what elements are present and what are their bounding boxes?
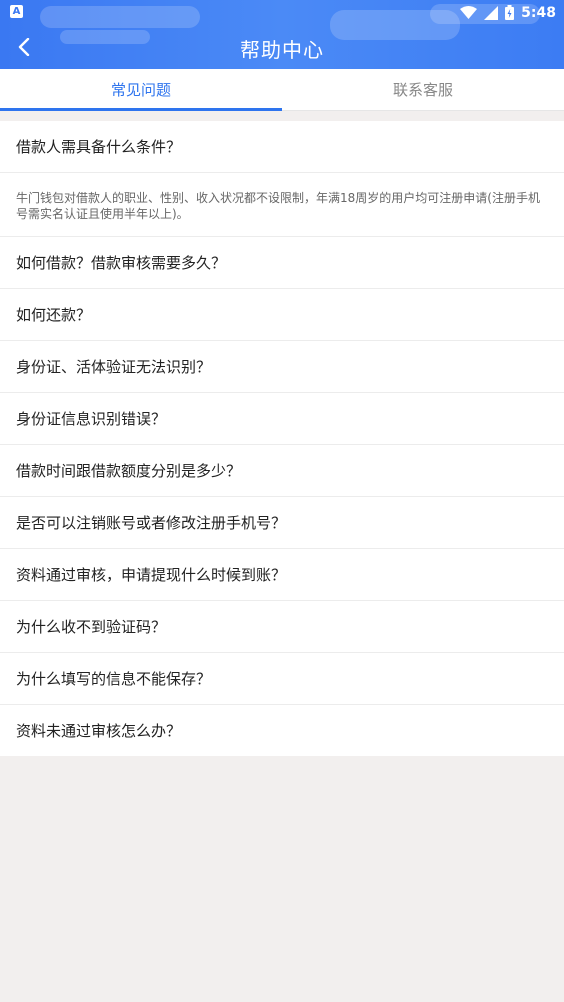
tab-faq[interactable]: 常见问题 — [0, 69, 282, 111]
faq-question[interactable]: 为什么收不到验证码？ — [0, 601, 564, 653]
faq-question[interactable]: 是否可以注销账号或者修改注册手机号？ — [0, 497, 564, 549]
faq-question[interactable]: 身份证、活体验证无法识别？ — [0, 341, 564, 393]
tab-contact-service[interactable]: 联系客服 — [282, 69, 564, 110]
nav-bar: 帮助中心 — [0, 25, 564, 69]
status-bar: A 5:48 — [0, 0, 564, 25]
faq-list: 借款人需具备什么条件？ 牛门钱包对借款人的职业、性别、收入状况都不设限制，年满1… — [0, 121, 564, 756]
faq-question[interactable]: 身份证信息识别错误？ — [0, 393, 564, 445]
faq-question[interactable]: 借款时间跟借款额度分别是多少？ — [0, 445, 564, 497]
status-time: 5:48 — [521, 4, 556, 21]
tab-bar: 常见问题 联系客服 — [0, 69, 564, 111]
battery-icon — [505, 5, 515, 20]
faq-answer: 牛门钱包对借款人的职业、性别、收入状况都不设限制，年满18周岁的用户均可注册申请… — [0, 173, 564, 237]
faq-question[interactable]: 如何还款？ — [0, 289, 564, 341]
faq-question[interactable]: 资料未通过审核怎么办？ — [0, 705, 564, 756]
notification-icon: A — [10, 5, 23, 18]
wifi-icon — [460, 6, 478, 19]
page-title: 帮助中心 — [240, 38, 324, 62]
faq-question[interactable]: 为什么填写的信息不能保存？ — [0, 653, 564, 705]
faq-question[interactable]: 资料通过审核，申请提现什么时候到账？ — [0, 549, 564, 601]
faq-question[interactable]: 如何借款？借款审核需要多久？ — [0, 237, 564, 289]
signal-icon — [484, 5, 499, 20]
app-header: A 5:48 帮助中心 — [0, 0, 564, 69]
faq-question-expanded[interactable]: 借款人需具备什么条件？ — [0, 121, 564, 173]
